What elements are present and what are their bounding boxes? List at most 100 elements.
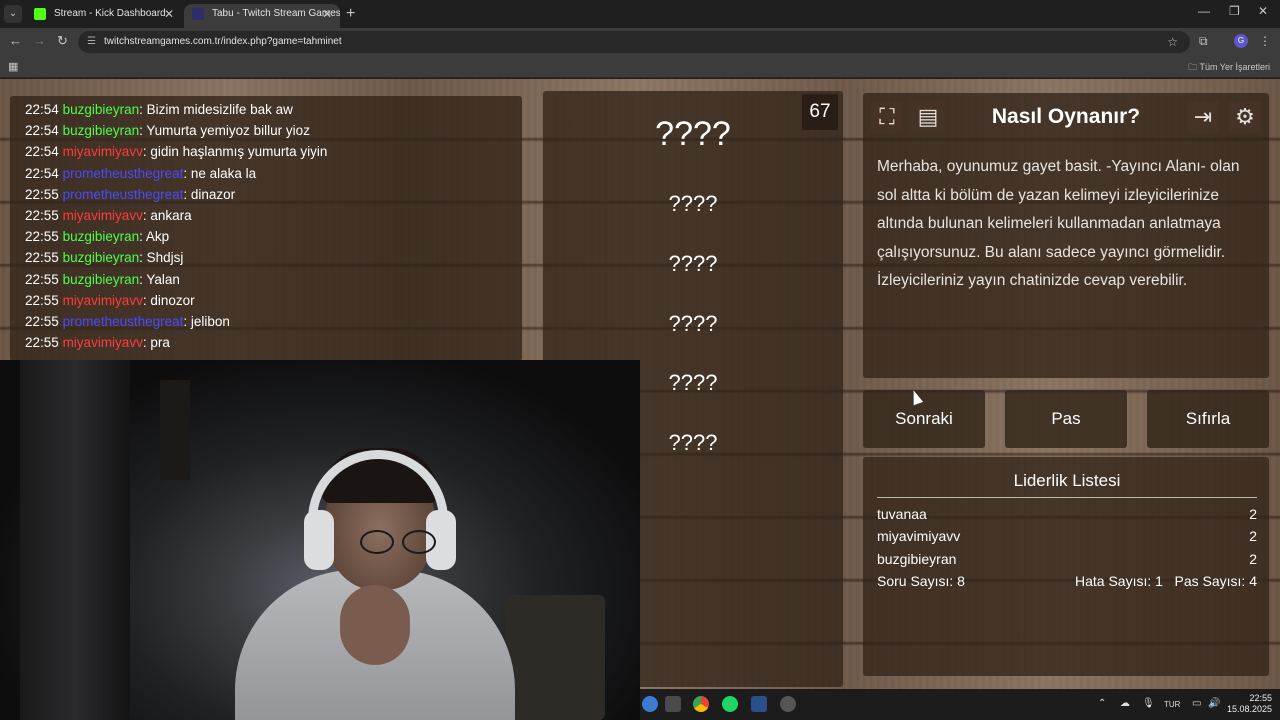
tray-chevron-icon[interactable]: ⌃: [1098, 698, 1106, 709]
all-bookmarks-link[interactable]: 🗀 Tüm Yer İşaretleri: [1188, 60, 1270, 76]
browser-tab-bar: ⌄ Stream - Kick Dashboard ✕ Tabu - Twitc…: [0, 0, 1280, 28]
minimize-icon[interactable]: —: [1198, 4, 1210, 18]
profile-avatar[interactable]: G: [1234, 34, 1248, 48]
back-icon[interactable]: ←: [9, 33, 22, 48]
chat-timestamp: 22:55: [25, 335, 59, 351]
chat-message: 22:55 miyavimiyavv: ankara: [25, 205, 522, 226]
store-icon[interactable]: [751, 696, 767, 712]
clock-date: 15.08.2025: [1226, 704, 1272, 714]
network-icon[interactable]: ▭: [1192, 698, 1201, 709]
leaderboard-row: buzgibieyran 2: [877, 551, 1257, 567]
browser-toolbar: ← → ↻ ☰ twitchstreamgames.com.tr/index.p…: [0, 28, 1280, 56]
chat-username[interactable]: miyavimiyavv: [63, 208, 143, 223]
game-stats: Soru Sayısı: 8 Hata Sayısı: 1 Pas Sayısı…: [877, 573, 1257, 589]
address-bar[interactable]: ☰ twitchstreamgames.com.tr/index.php?gam…: [78, 31, 1190, 53]
app-icon[interactable]: [780, 696, 796, 712]
cloud-icon[interactable]: ☁: [1120, 698, 1130, 709]
tab-kick-dashboard[interactable]: Stream - Kick Dashboard ✕: [26, 4, 182, 28]
reset-button[interactable]: Sıfırla: [1147, 390, 1269, 448]
settings-gear-icon[interactable]: ⚙: [1229, 101, 1261, 133]
chat-message: 22:55 buzgibieyran: Yalan: [25, 269, 522, 290]
chat-text: : Shdjsj: [139, 250, 184, 266]
player-score: 2: [1249, 551, 1257, 567]
tab-title: Tabu - Twitch Stream Games: [212, 8, 340, 19]
chat-message: 22:55 miyavimiyavv: pra: [25, 332, 522, 353]
leaderboard-row: tuvanaa 2: [877, 506, 1257, 522]
site-info-icon[interactable]: ☰: [87, 31, 96, 53]
leaderboard-panel: Liderlik Listesi tuvanaa 2 miyavimiyavv …: [863, 457, 1269, 676]
volume-icon[interactable]: 🔊: [1208, 698, 1220, 709]
chat-panel: 22:54 buzgibieyran: Bizim midesizlife ba…: [10, 96, 522, 361]
new-tab-icon[interactable]: +: [346, 4, 355, 24]
chat-message: 22:55 buzgibieyran: Shdjsj: [25, 247, 522, 268]
chat-text: : jelibon: [183, 313, 230, 329]
reload-icon[interactable]: ↻: [57, 33, 68, 49]
leaderboard-title: Liderlik Listesi: [877, 471, 1257, 498]
tab-tabu-games[interactable]: Tabu - Twitch Stream Games ✕: [184, 4, 340, 28]
player-name: tuvanaa: [877, 506, 927, 522]
all-bookmarks-label: Tüm Yer İşaretleri: [1199, 62, 1270, 72]
chat-message: 22:55 miyavimiyavv: dinozor: [25, 290, 522, 311]
spotify-icon[interactable]: [722, 696, 738, 712]
chat-text: : Akp: [139, 229, 170, 245]
chat-username[interactable]: buzgibieyran: [63, 102, 140, 117]
player-name: buzgibieyran: [877, 551, 957, 567]
twitch-games-favicon-icon: [192, 8, 204, 20]
extensions-icon[interactable]: ⧉: [1199, 34, 1208, 49]
clock-time: 22:55: [1249, 693, 1272, 703]
pass-count: Pas Sayısı: 4: [1174, 573, 1257, 589]
app-icon[interactable]: [642, 696, 658, 712]
url-text: twitchstreamgames.com.tr/index.php?game=…: [104, 36, 342, 47]
chat-text: : Yalan: [139, 271, 180, 287]
browser-menu-icon[interactable]: ⋮: [1259, 34, 1271, 48]
chat-username[interactable]: buzgibieyran: [63, 250, 140, 265]
chat-username[interactable]: buzgibieyran: [63, 272, 140, 287]
chat-message: 22:55 buzgibieyran: Akp: [25, 226, 522, 247]
pass-button[interactable]: Pas: [1005, 390, 1127, 448]
webcam-curtain: [20, 360, 130, 720]
windows-taskbar: ⌃ ☁ 🎙 TUR ▭ 🔊 22:55 15.08.2025: [640, 689, 1280, 720]
webcam-person-hand: [340, 585, 410, 665]
chat-message: 22:54 miyavimiyavv: gidin haşlanmış yumu…: [25, 141, 522, 162]
chrome-icon[interactable]: [693, 696, 709, 712]
chat-message: 22:54 buzgibieyran: Yumurta yemiyoz bill…: [25, 120, 522, 141]
chat-username[interactable]: buzgibieyran: [63, 229, 140, 244]
player-score: 2: [1249, 528, 1257, 544]
forward-icon[interactable]: →: [33, 33, 46, 48]
chat-timestamp: 22:54: [25, 123, 59, 139]
kick-favicon-icon: [34, 8, 46, 20]
next-button[interactable]: Sonraki: [863, 390, 985, 448]
forbidden-word: ????: [668, 251, 718, 276]
question-count: Soru Sayısı: 8: [877, 573, 965, 589]
chat-username[interactable]: buzgibieyran: [63, 123, 140, 138]
chat-username[interactable]: prometheusthegreat: [63, 187, 184, 202]
how-to-play-text: Merhaba, oyunumuz gayet basit. -Yayıncı …: [877, 158, 1240, 290]
chat-text: : ne alaka la: [183, 165, 257, 181]
exit-icon[interactable]: ⇥: [1187, 101, 1219, 133]
tab-title: Stream - Kick Dashboard: [54, 8, 166, 19]
close-tab-icon[interactable]: ✕: [164, 4, 174, 24]
chat-timestamp: 22:54: [25, 144, 59, 160]
taskbar-clock[interactable]: 22:55 15.08.2025: [1227, 693, 1272, 715]
language-indicator[interactable]: TUR: [1164, 700, 1180, 709]
bookmark-star-icon[interactable]: ☆: [1167, 31, 1178, 53]
chat-username[interactable]: prometheusthegreat: [63, 166, 184, 181]
webcam-overlay: [0, 360, 640, 720]
chat-username[interactable]: prometheusthegreat: [63, 314, 184, 329]
forbidden-word: ????: [668, 191, 718, 216]
file-explorer-icon[interactable]: [665, 696, 681, 712]
error-count: Hata Sayısı: 1: [1075, 573, 1163, 589]
apps-grid-icon[interactable]: ▦: [8, 60, 18, 73]
close-window-icon[interactable]: ✕: [1258, 4, 1268, 18]
chat-username[interactable]: miyavimiyavv: [63, 335, 143, 350]
chat-text: : dinazor: [183, 186, 236, 202]
leaderboard-row: miyavimiyavv 2: [877, 528, 1257, 544]
chat-text: : Bizim midesizlife bak aw: [139, 102, 293, 117]
restore-icon[interactable]: ❐: [1229, 4, 1240, 18]
tab-search-icon[interactable]: ⌄: [4, 5, 22, 23]
chat-username[interactable]: miyavimiyavv: [63, 293, 143, 308]
microphone-icon[interactable]: 🎙: [1142, 698, 1155, 709]
chat-text: : pra: [142, 335, 170, 351]
close-tab-icon[interactable]: ✕: [322, 4, 332, 24]
chat-username[interactable]: miyavimiyavv: [63, 144, 143, 159]
